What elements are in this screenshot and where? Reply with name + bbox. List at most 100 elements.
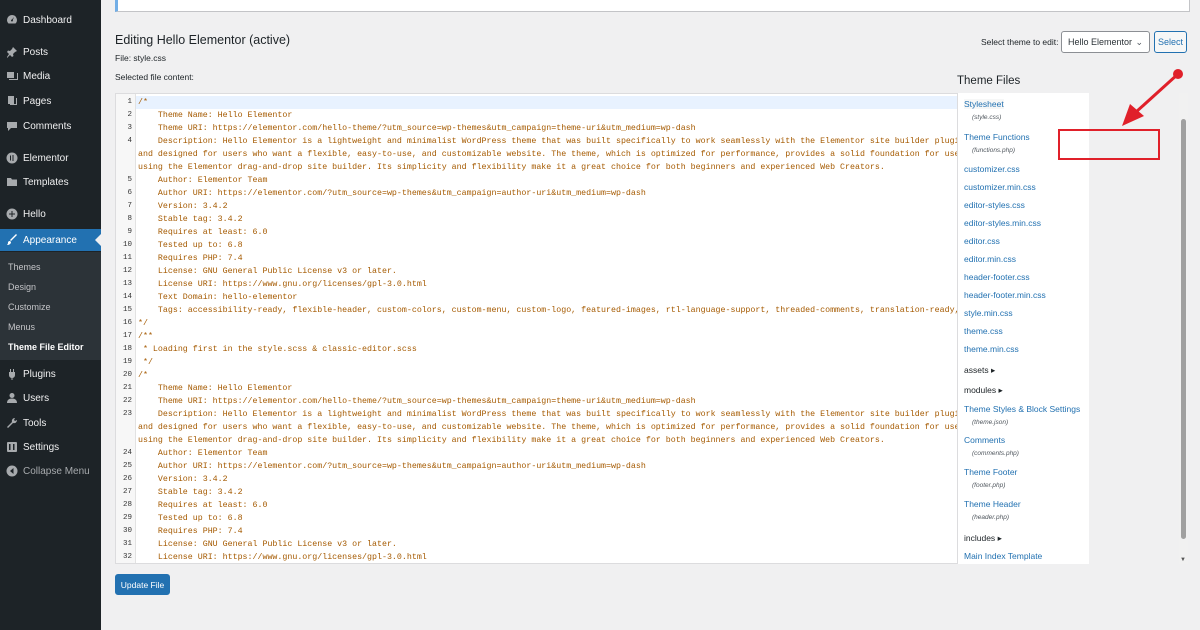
code-line[interactable]: 4 Description: Hello Elementor is a ligh… <box>127 135 1057 148</box>
line-number: 5 <box>127 176 132 184</box>
submenu-theme-file-editor[interactable]: Theme File Editor <box>8 342 84 352</box>
line-number: 9 <box>127 228 132 236</box>
code-content[interactable]: 1/* 2 Theme Name: Hello Elementor 3 Theme … <box>123 96 1057 563</box>
file-item-style-min-css[interactable]: style.min.css <box>964 308 1013 318</box>
sidebar-item-dashboard[interactable]: Dashboard <box>0 9 101 31</box>
file-item-editor-min-css[interactable]: editor.min.css <box>964 254 1016 264</box>
submenu-customize[interactable]: Customize <box>8 302 51 312</box>
folder-assets[interactable]: assets ▸ <box>964 365 995 376</box>
code-line[interactable]: using the Elementor drag-and-drop site b… <box>136 161 1048 174</box>
line-number: 12 <box>122 267 132 275</box>
sidebar-item-media[interactable]: Media <box>0 65 101 87</box>
file-item-header-footer-css[interactable]: header-footer.css <box>964 272 1030 282</box>
sidebar-item-elementor[interactable]: Elementor <box>0 147 101 169</box>
file-item-comments[interactable]: Comments <box>964 435 1005 445</box>
code-line[interactable]: 12 License: GNU General Public License v… <box>123 265 1048 278</box>
sidebar-item-templates[interactable]: Templates <box>0 171 101 193</box>
code-line[interactable]: 26 Version: 3.4.2 <box>123 473 1048 486</box>
sidebar-item-users[interactable]: Users <box>0 387 101 409</box>
file-item-stylesheet[interactable]: Stylesheet <box>964 99 1004 109</box>
file-item-editor-css[interactable]: editor.css <box>964 236 1000 246</box>
code-line[interactable]: 24 Author: Elementor Team <box>123 447 1048 460</box>
code-line[interactable]: 9 Requires at least: 6.0 <box>127 226 1048 239</box>
code-line[interactable]: 22 Theme URI: https://elementor.com/hell… <box>123 395 1048 408</box>
code-line[interactable]: 14 Text Domain: hello-elementor <box>123 291 1048 304</box>
collapse-menu-button[interactable]: Collapse Menu <box>0 460 101 482</box>
sidebar-item-hello[interactable]: Hello <box>0 203 101 225</box>
code-line[interactable]: 18 * Loading first in the style.scss & c… <box>123 343 1048 356</box>
sidebar-item-label: Dashboard <box>23 14 72 26</box>
code-line[interactable]: 1 /* <box>127 96 1048 109</box>
code-line[interactable]: 31 License: GNU General Public License v… <box>123 538 1048 551</box>
code-text: and designed for users who want a flexib… <box>138 150 1058 159</box>
scroll-down-icon[interactable]: ▼ <box>1180 557 1186 563</box>
collapse-icon <box>6 465 18 477</box>
code-editor[interactable]: 1/* 2 Theme Name: Hello Elementor 3 Theme … <box>115 93 1058 564</box>
theme-files-title: Theme Files <box>957 75 1021 87</box>
files-scrollbar-thumb[interactable] <box>1181 119 1186 539</box>
sidebar-item-comments[interactable]: Comments <box>0 115 101 137</box>
file-item-theme-css[interactable]: theme.css <box>964 326 1003 336</box>
sidebar-item-pages[interactable]: Pages <box>0 90 101 112</box>
code-line[interactable]: 6 Author URI: https://elementor.com/?utm… <box>127 187 1048 200</box>
code-line[interactable]: 2 Theme Name: Hello Elementor <box>127 109 1048 122</box>
file-item-header-footer-min-css[interactable]: header-footer.min.css <box>964 290 1046 300</box>
sidebar-item-posts[interactable]: Posts <box>0 41 101 63</box>
appearance-submenu: Themes Design Customize Menus Theme File… <box>0 252 101 360</box>
code-line[interactable]: 29 Tested up to: 6.8 <box>123 512 1048 525</box>
file-item-theme-json[interactable]: Theme Styles & Block Settings <box>964 404 1080 414</box>
sidebar-item-settings[interactable]: Settings <box>0 436 101 458</box>
code-text: */ <box>138 358 153 367</box>
folder-includes[interactable]: includes ▸ <box>964 533 1002 544</box>
file-item-theme-footer[interactable]: Theme Footer <box>964 467 1017 477</box>
code-line[interactable]: 15 Tags: accessibility-ready, flexible-h… <box>123 304 1048 317</box>
file-item-theme-min-css[interactable]: theme.min.css <box>964 344 1019 354</box>
code-line[interactable]: 17 /** <box>123 330 1048 343</box>
sidebar-item-appearance[interactable]: Appearance <box>0 229 101 251</box>
code-line[interactable]: 23 Description: Hello Elementor is a lig… <box>123 408 1057 421</box>
folder-modules[interactable]: modules ▸ <box>964 385 1003 396</box>
code-line[interactable]: 21 Theme Name: Hello Elementor <box>123 382 1048 395</box>
code-line[interactable]: 8 Stable tag: 3.4.2 <box>127 213 1048 226</box>
pin-icon <box>6 46 18 58</box>
line-number: 24 <box>122 449 132 457</box>
code-line[interactable]: 13 License URI: https://www.gnu.org/lice… <box>123 278 1048 291</box>
code-line[interactable]: 27 Stable tag: 3.4.2 <box>123 486 1048 499</box>
line-number: 28 <box>122 501 132 509</box>
file-item-editor-styles-css[interactable]: editor-styles.css <box>964 200 1025 210</box>
code-line[interactable]: 32 License URI: https://www.gnu.org/lice… <box>123 551 1048 563</box>
code-line[interactable]: 25 Author URI: https://elementor.com/?ut… <box>123 460 1048 473</box>
files-scrollbar[interactable]: ▼ <box>1179 93 1188 564</box>
code-line[interactable]: and designed for users who want a flexib… <box>136 421 1057 434</box>
code-line[interactable]: 30 Requires PHP: 7.4 <box>123 525 1048 538</box>
submenu-design[interactable]: Design <box>8 282 36 292</box>
code-text: and designed for users who want a flexib… <box>138 423 1058 432</box>
code-line[interactable]: using the Elementor drag-and-drop site b… <box>136 434 1048 447</box>
file-item-customizer-min-css[interactable]: customizer.min.css <box>964 182 1036 192</box>
line-number: 4 <box>127 137 132 145</box>
file-item-main-index-template[interactable]: Main Index Template <box>964 551 1042 561</box>
code-line[interactable]: and designed for users who want a flexib… <box>136 148 1057 161</box>
file-item-customizer-css[interactable]: customizer.css <box>964 164 1020 174</box>
update-file-button[interactable]: Update File <box>115 574 170 595</box>
theme-select-dropdown[interactable]: Hello Elementor ⌄ <box>1061 31 1150 53</box>
code-line[interactable]: 19 */ <box>123 356 1048 369</box>
code-line[interactable]: 5 Author: Elementor Team <box>127 174 1048 187</box>
code-text: License: GNU General Public License v3 o… <box>138 267 397 276</box>
select-theme-button[interactable]: Select <box>1154 31 1187 53</box>
sidebar-item-tools[interactable]: Tools <box>0 412 101 434</box>
code-line[interactable]: 20 /* <box>123 369 1048 382</box>
code-line[interactable]: 10 Tested up to: 6.8 <box>123 239 1048 252</box>
theme-files-list: Stylesheet (style.css) Theme Functions (… <box>957 93 1089 564</box>
code-line[interactable]: 16 */ <box>123 317 1048 330</box>
code-line[interactable]: 28 Requires at least: 6.0 <box>123 499 1048 512</box>
sidebar-item-plugins[interactable]: Plugins <box>0 363 101 385</box>
submenu-themes[interactable]: Themes <box>8 262 41 272</box>
file-item-theme-functions[interactable]: Theme Functions <box>964 132 1030 142</box>
file-item-editor-styles-min-css[interactable]: editor-styles.min.css <box>964 218 1041 228</box>
file-item-theme-header[interactable]: Theme Header <box>964 499 1021 509</box>
code-line[interactable]: 11 Requires PHP: 7.4 <box>123 252 1048 265</box>
submenu-menus[interactable]: Menus <box>8 322 35 332</box>
code-line[interactable]: 3 Theme URI: https://elementor.com/hello… <box>127 122 1048 135</box>
code-line[interactable]: 7 Version: 3.4.2 <box>127 200 1048 213</box>
